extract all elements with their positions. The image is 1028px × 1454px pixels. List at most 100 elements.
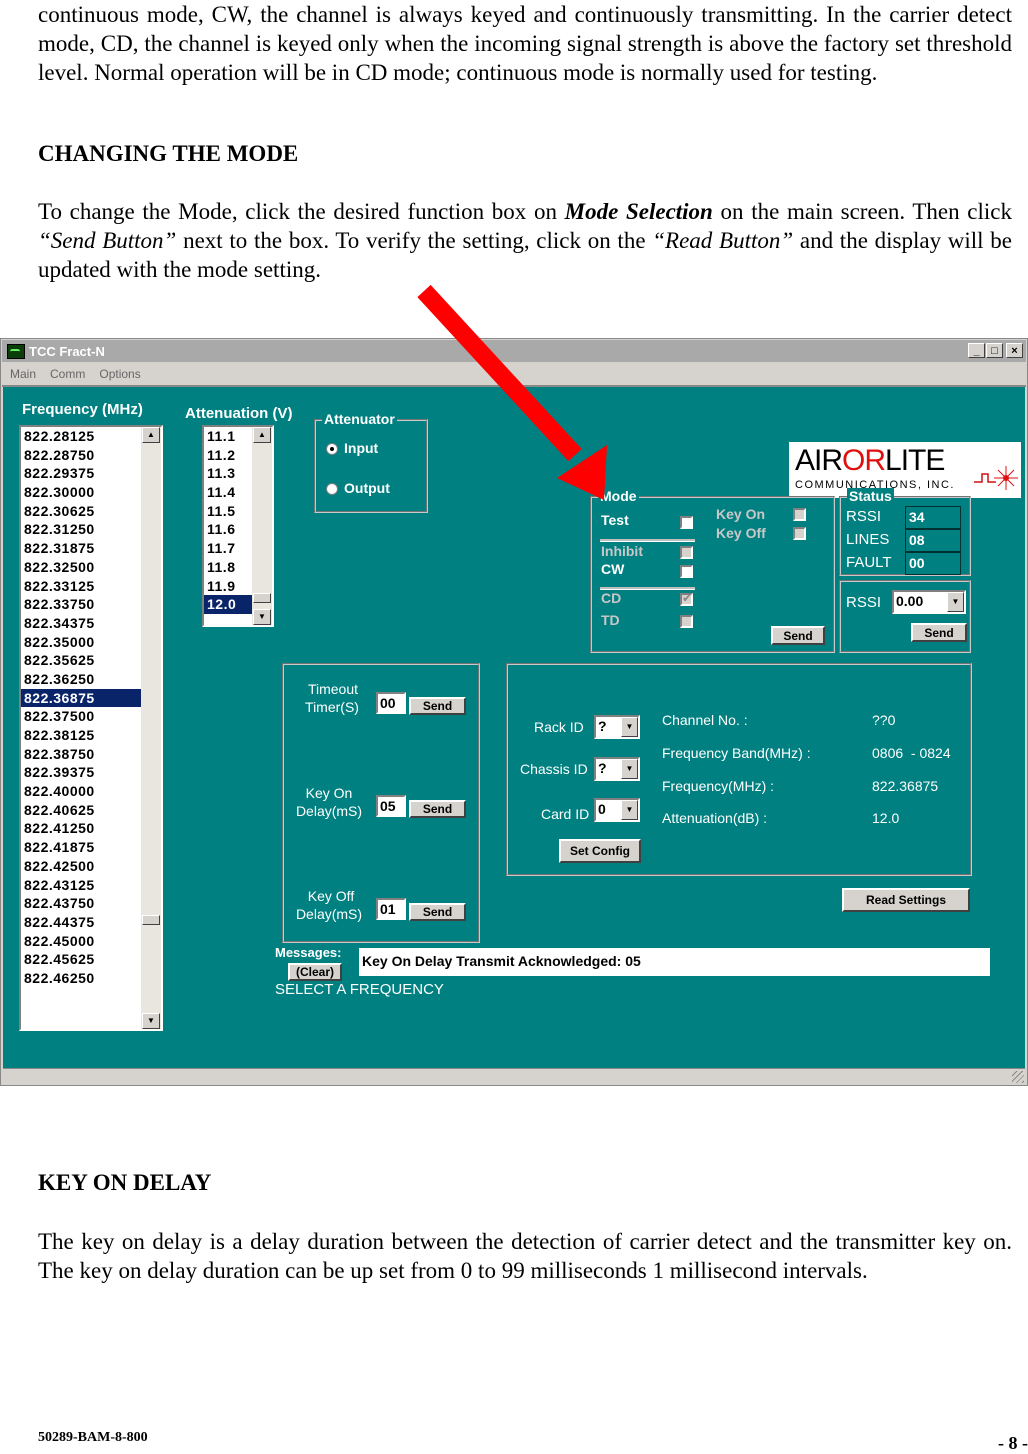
- attenuation-listbox[interactable]: 11.1 11.2 11.3 11.4 11.5 11.6 11.7 11.8 11.9 12.0…: [202, 425, 274, 627]
- read-settings-button[interactable]: Read Settings: [842, 888, 970, 912]
- rack-id-value: ?: [598, 718, 607, 734]
- cw-checkbox[interactable]: [680, 565, 693, 578]
- chassis-id-select[interactable]: ? ▼: [594, 757, 640, 781]
- frequency-list-item[interactable]: 822.36875: [21, 688, 161, 708]
- attenuation-scrollbar[interactable]: ▲ ▼: [252, 427, 272, 625]
- heading-changing-mode: CHANGING THE MODE: [38, 141, 299, 166]
- frequency-scrollbar[interactable]: ▲ ▼: [141, 427, 161, 1029]
- attenuator-legend: Attenuator: [322, 411, 397, 427]
- rack-id-select[interactable]: ? ▼: [594, 715, 640, 739]
- frequency-list-item[interactable]: 822.45625: [21, 950, 161, 969]
- scroll-thumb[interactable]: [253, 593, 271, 603]
- frequency-list-item[interactable]: 822.43750: [21, 894, 161, 913]
- frequency-list-item[interactable]: 822.41250: [21, 819, 161, 838]
- frequency-list-item[interactable]: 822.39375: [21, 763, 161, 782]
- menu-options[interactable]: Options: [99, 367, 140, 381]
- minimize-button[interactable]: _: [968, 343, 985, 358]
- timeout-input[interactable]: 00: [376, 692, 406, 714]
- frequency-label: Frequency (MHz): [22, 401, 143, 418]
- test-label: Test: [601, 512, 629, 528]
- radio-input[interactable]: [326, 443, 338, 455]
- cw-label: CW: [601, 561, 625, 577]
- frequency-list-item[interactable]: 822.40625: [21, 801, 161, 820]
- menu-main[interactable]: Main: [10, 367, 36, 381]
- menu-comm[interactable]: Comm: [50, 367, 85, 381]
- config-group: Rack ID ? ▼ Chassis ID ? ▼ Card ID 0 ▼ S…: [506, 663, 972, 876]
- radio-output[interactable]: [326, 483, 338, 495]
- mode-send-button[interactable]: Send: [771, 626, 825, 645]
- key-off-checkbox[interactable]: [793, 527, 806, 540]
- chassis-id-value: ?: [598, 760, 607, 776]
- frequency-list-item[interactable]: 822.33750: [21, 595, 161, 614]
- card-id-select[interactable]: 0 ▼: [594, 798, 640, 822]
- close-button[interactable]: ×: [1006, 343, 1023, 358]
- frequency-list-item[interactable]: 822.40000: [21, 782, 161, 801]
- set-config-button[interactable]: Set Config: [559, 839, 641, 863]
- frequency-list-item[interactable]: 822.28750: [21, 446, 161, 465]
- td-label: TD: [601, 612, 620, 628]
- mode-legend: Mode: [598, 488, 639, 504]
- frequency-list-item[interactable]: 822.36250: [21, 670, 161, 689]
- frequency-list-item[interactable]: 822.30625: [21, 502, 161, 521]
- status-rssi-value: 34: [905, 506, 961, 529]
- frequency-list-item[interactable]: 822.32500: [21, 558, 161, 577]
- scroll-down-arrow-icon[interactable]: ▼: [253, 609, 271, 625]
- text-part: on the main screen. Then click: [712, 199, 1012, 224]
- separator: [600, 539, 695, 542]
- frequency-list-item[interactable]: 822.43125: [21, 876, 161, 895]
- chevron-down-icon[interactable]: ▼: [621, 717, 638, 737]
- test-checkbox[interactable]: [680, 516, 693, 529]
- frequency-list-item[interactable]: 822.46250: [21, 969, 161, 988]
- rssi-label: RSSI: [846, 594, 882, 611]
- frequency-list-item[interactable]: 822.37500: [21, 707, 161, 726]
- chevron-down-icon[interactable]: ▼: [621, 759, 638, 779]
- clear-messages-button[interactable]: (Clear): [288, 963, 342, 981]
- scroll-down-arrow-icon[interactable]: ▼: [142, 1013, 160, 1029]
- frequency-list-item[interactable]: 822.35625: [21, 651, 161, 670]
- radio-input-label: Input: [344, 440, 379, 456]
- frequency-list-item[interactable]: 822.33125: [21, 577, 161, 596]
- key-on-delay-input[interactable]: 05: [376, 795, 406, 817]
- key-off-delay-send-button[interactable]: Send: [409, 903, 466, 921]
- key-off-delay-input[interactable]: 01: [376, 898, 406, 920]
- status-rssi-label: RSSI: [846, 508, 882, 525]
- laser-star-icon: [974, 466, 1018, 490]
- resize-grip-icon[interactable]: [1012, 1071, 1024, 1083]
- inhibit-checkbox[interactable]: [680, 546, 693, 559]
- frequency-list-item[interactable]: 822.38750: [21, 745, 161, 764]
- card-id-label: Card ID: [541, 806, 590, 822]
- frequency-list-item[interactable]: 822.42500: [21, 857, 161, 876]
- title-bar[interactable]: TCC Fract-N _ □ ×: [2, 340, 1026, 362]
- cd-checkbox[interactable]: ✔: [680, 591, 693, 606]
- logo-part: OR: [842, 444, 886, 477]
- frequency-info-value: 822.36875: [872, 778, 939, 794]
- frequency-list-item[interactable]: 822.35000: [21, 633, 161, 652]
- frequency-items: 822.28125 822.28750 822.29375 822.30000 822.…: [21, 427, 161, 988]
- chevron-down-icon[interactable]: ▼: [621, 800, 638, 820]
- td-checkbox[interactable]: [680, 615, 693, 628]
- scroll-up-arrow-icon[interactable]: ▲: [253, 427, 271, 443]
- frequency-list-item[interactable]: 822.45000: [21, 932, 161, 951]
- frequency-listbox[interactable]: 822.28125 822.28750 822.29375 822.30000 822.…: [19, 425, 163, 1031]
- frequency-list-item[interactable]: 822.38125: [21, 726, 161, 745]
- frequency-list-item[interactable]: 822.31875: [21, 539, 161, 558]
- chevron-down-icon[interactable]: ▼: [947, 592, 964, 612]
- frequency-list-item[interactable]: 822.34375: [21, 614, 161, 633]
- frequency-list-item[interactable]: 822.41875: [21, 838, 161, 857]
- maximize-button[interactable]: □: [986, 343, 1003, 358]
- rssi-send-button[interactable]: Send: [911, 623, 967, 642]
- frequency-list-item[interactable]: 822.28125: [21, 427, 161, 446]
- scroll-thumb[interactable]: [142, 915, 160, 925]
- frequency-list-item[interactable]: 822.31250: [21, 520, 161, 539]
- main-panel: Frequency (MHz) 822.28125 822.28750 822.29…: [3, 387, 1025, 1070]
- rssi-select[interactable]: 0.00 ▼: [892, 590, 966, 614]
- timeout-send-button[interactable]: Send: [409, 697, 466, 715]
- status-legend: Status: [847, 488, 894, 504]
- scroll-up-arrow-icon[interactable]: ▲: [142, 427, 160, 443]
- key-on-checkbox[interactable]: [793, 508, 806, 521]
- key-on-delay-send-button[interactable]: Send: [409, 800, 466, 818]
- frequency-list-item[interactable]: 822.30000: [21, 483, 161, 502]
- frequency-list-item[interactable]: 822.29375: [21, 464, 161, 483]
- frequency-list-item[interactable]: 822.44375: [21, 913, 161, 932]
- frequency-band-value: 0806 - 0824: [872, 745, 951, 761]
